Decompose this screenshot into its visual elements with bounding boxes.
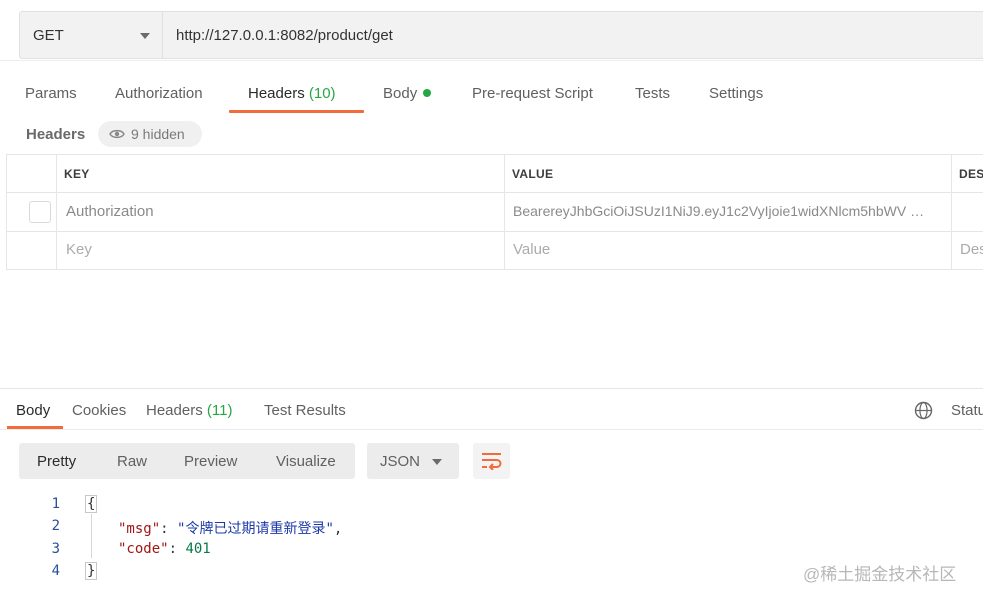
indent-guide [91, 514, 92, 558]
response-tab-cookies[interactable]: Cookies [72, 402, 126, 419]
view-mode-pretty[interactable]: Pretty [37, 453, 76, 470]
header-value-cell[interactable]: BearereyJhbGciOiJSUzI1NiJ9.eyJ1c2VyIjoie… [513, 203, 924, 219]
json-open-brace: { [85, 495, 98, 513]
json-close-brace: } [85, 562, 98, 580]
line-number: 1 [51, 496, 60, 512]
tab-headers[interactable]: Headers (10) [248, 85, 336, 102]
response-tab-headers-label: Headers [146, 402, 203, 419]
new-description-input[interactable]: Des [960, 241, 983, 258]
url-bar-divider [0, 60, 983, 61]
header-enable-checkbox[interactable] [29, 201, 51, 223]
json-comma: , [333, 521, 343, 537]
table-col-divider [56, 154, 57, 270]
response-tab-test-results[interactable]: Test Results [264, 402, 346, 419]
column-header-key: KEY [64, 167, 90, 181]
hidden-headers-toggle[interactable]: 9 hidden [98, 121, 202, 147]
table-col-divider [504, 154, 505, 270]
header-key-cell[interactable]: Authorization [66, 203, 154, 220]
tab-tests[interactable]: Tests [635, 85, 670, 102]
wrap-lines-button[interactable] [473, 443, 510, 479]
response-divider [0, 388, 983, 389]
json-key: "code" [118, 541, 169, 557]
url-value: http://127.0.0.1:8082/product/get [176, 27, 393, 44]
tab-body[interactable]: Body [383, 85, 432, 102]
view-mode-raw[interactable]: Raw [117, 453, 147, 470]
table-bottom-border [6, 269, 983, 270]
tab-headers-count: (10) [308, 85, 336, 102]
view-mode-visualize[interactable]: Visualize [276, 453, 336, 470]
url-input[interactable]: http://127.0.0.1:8082/product/get [162, 11, 983, 59]
line-number: 2 [51, 518, 60, 534]
line-number: 3 [51, 541, 60, 557]
json-line-msg: "msg": "令牌已过期请重新登录", [118, 518, 342, 538]
chevron-down-icon [432, 459, 442, 465]
new-value-input[interactable]: Value [513, 241, 550, 258]
response-headers-count: (11) [206, 402, 233, 419]
table-top-border [6, 154, 983, 155]
headers-section-title: Headers [26, 126, 86, 143]
table-row-border [6, 231, 983, 232]
response-status-label: Statu [951, 402, 983, 419]
column-header-description: DES [959, 167, 983, 181]
tab-authorization[interactable]: Authorization [115, 85, 203, 102]
column-header-value: VALUE [512, 167, 554, 181]
response-tab-body[interactable]: Body [16, 402, 50, 419]
method-value: GET [33, 27, 64, 44]
tab-settings[interactable]: Settings [709, 85, 763, 102]
eye-icon [109, 129, 125, 139]
json-string-value: "令牌已过期请重新登录" [177, 521, 334, 537]
format-value: JSON [380, 453, 421, 470]
response-tab-headers[interactable]: Headers (11) [146, 402, 232, 419]
json-line-code: "code": 401 [118, 541, 211, 557]
tab-pre-request-script[interactable]: Pre-request Script [472, 85, 593, 102]
tab-params[interactable]: Params [25, 85, 77, 102]
json-key: "msg" [118, 521, 161, 537]
active-tab-indicator [229, 110, 364, 113]
new-key-input[interactable]: Key [66, 241, 92, 258]
table-col-divider [951, 154, 952, 270]
table-header-border [6, 192, 983, 193]
hidden-headers-count: 9 hidden [131, 126, 185, 142]
body-indicator-dot [423, 89, 432, 97]
chevron-down-icon [140, 33, 150, 39]
tab-headers-label: Headers [248, 85, 305, 102]
response-tabs-divider [0, 429, 983, 430]
tab-body-label: Body [383, 85, 418, 102]
wrap-lines-icon [482, 453, 502, 470]
globe-icon[interactable] [914, 401, 933, 420]
watermark: @稀土掘金技术社区 [803, 565, 957, 584]
method-select[interactable]: GET [19, 11, 162, 59]
json-colon: : [160, 521, 178, 537]
line-number: 4 [51, 563, 60, 579]
view-mode-preview[interactable]: Preview [184, 453, 237, 470]
json-number-value: 401 [185, 541, 211, 557]
table-left-border [6, 154, 7, 270]
json-colon: : [168, 541, 186, 557]
